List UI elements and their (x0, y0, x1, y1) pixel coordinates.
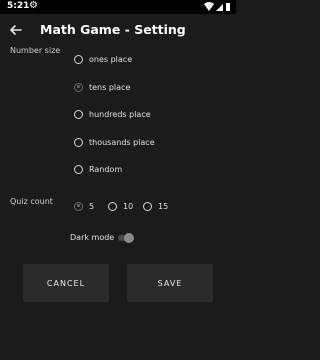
radio-button-checked[interactable] (74, 82, 83, 92)
radio-tens-place[interactable]: tens place (74, 80, 130, 94)
quiz-count-label: Quiz count (10, 197, 53, 206)
number-size-label: Number size (10, 46, 61, 55)
radio-button[interactable] (143, 201, 152, 211)
back-arrow-icon[interactable] (6, 20, 26, 40)
radio-label: 15 (158, 201, 169, 211)
app-bar: Math Game - Setting (0, 14, 236, 46)
radio-label: 5 (89, 201, 95, 211)
signal-icon (216, 4, 223, 11)
radio-quiz-5[interactable]: 5 (74, 199, 94, 213)
dark-mode-toggle[interactable] (116, 233, 134, 243)
toggle-thumb (124, 233, 134, 243)
radio-label: 10 (123, 201, 134, 211)
page-title: Math Game - Setting (40, 22, 186, 37)
radio-label: ones place (89, 54, 133, 64)
radio-label: tens place (89, 82, 131, 92)
radio-quiz-10[interactable]: 10 (108, 199, 133, 213)
radio-thousands-place[interactable]: thousands place (74, 135, 155, 149)
radio-quiz-15[interactable]: 15 (143, 199, 168, 213)
radio-hundreds-place[interactable]: hundreds place (74, 107, 151, 121)
status-bar: 5:21 ⚙ (0, 0, 236, 14)
dark-mode-label: Dark mode (70, 233, 115, 242)
radio-button[interactable] (74, 164, 83, 174)
radio-label: hundreds place (89, 109, 151, 119)
cancel-button[interactable]: CANCEL (23, 264, 109, 302)
radio-button-checked[interactable] (74, 201, 83, 211)
battery-icon (226, 3, 230, 11)
radio-button[interactable] (74, 109, 83, 119)
radio-random[interactable]: Random (74, 162, 122, 176)
save-button[interactable]: SAVE (127, 264, 213, 302)
settings-gear-icon: ⚙ (29, 0, 38, 11)
status-time: 5:21 (7, 1, 30, 11)
radio-button[interactable] (74, 137, 83, 147)
radio-label: Random (89, 164, 123, 174)
radio-label: thousands place (89, 137, 155, 147)
wifi-icon (204, 2, 214, 11)
status-icons (204, 2, 230, 11)
radio-ones-place[interactable]: ones place (74, 52, 132, 66)
radio-button[interactable] (108, 201, 117, 211)
radio-button[interactable] (74, 54, 83, 64)
